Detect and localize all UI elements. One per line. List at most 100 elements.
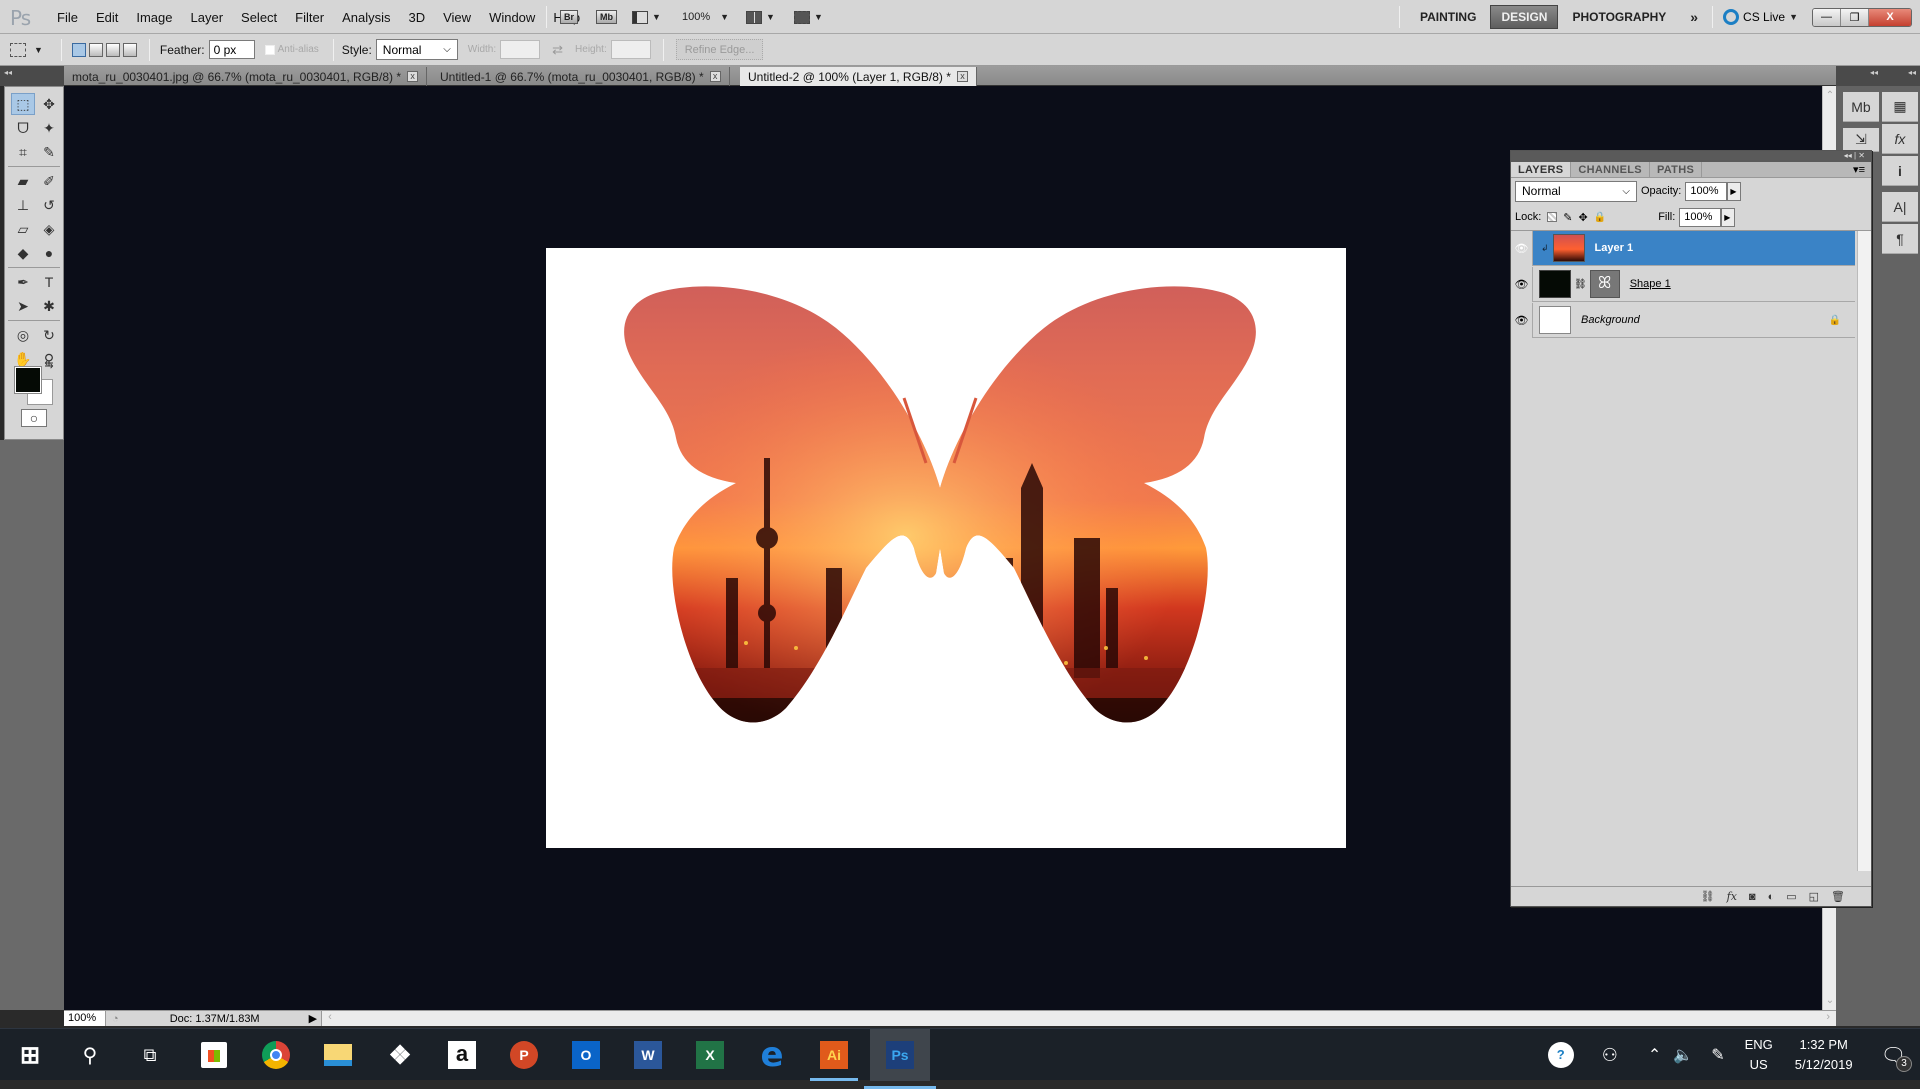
healing-brush-tool-icon[interactable]: ▰ xyxy=(11,170,35,192)
style-select[interactable]: Normal ⌵ xyxy=(375,39,458,60)
3d-rotate-tool-icon[interactable]: ◎ xyxy=(11,324,35,346)
workspace-painting[interactable]: PAINTING xyxy=(1410,6,1486,28)
horizontal-scrollbar[interactable]: ‹ › xyxy=(321,1011,1836,1026)
document-tab-active[interactable]: Untitled-2 @ 100% (Layer 1, RGB/8) * x xyxy=(740,67,977,86)
layer-name[interactable]: Background xyxy=(1581,314,1829,326)
canvas[interactable] xyxy=(546,248,1346,848)
screen-mode-button[interactable]: ▼ xyxy=(794,7,823,27)
pen-tool-icon[interactable]: ✒ xyxy=(11,271,35,293)
add-mask-icon[interactable]: ◙ xyxy=(1749,891,1756,903)
action-center-button[interactable]: 🗨 3 xyxy=(1881,1043,1912,1072)
lock-pixels-icon[interactable]: ✎ xyxy=(1563,211,1572,224)
menu-3d[interactable]: 3D xyxy=(399,10,434,25)
crop-tool-icon[interactable]: ⌗ xyxy=(11,141,35,163)
chevron-down-icon[interactable]: ▼ xyxy=(34,45,43,55)
menu-select[interactable]: Select xyxy=(232,10,286,25)
layer-row-shape-1[interactable]: 👁 ⛓ ꕤ Shape 1 xyxy=(1511,266,1855,302)
photoshop-taskbar-icon[interactable]: Ps xyxy=(864,1029,936,1089)
close-button[interactable]: X xyxy=(1869,8,1911,26)
status-icon[interactable]: ◔ xyxy=(112,1013,119,1025)
file-explorer-icon[interactable] xyxy=(320,1037,356,1073)
menu-file[interactable]: File xyxy=(48,10,87,25)
document-tab[interactable]: mota_ru_0030401.jpg @ 66.7% (mota_ru_003… xyxy=(64,67,428,86)
feather-input[interactable]: 0 px xyxy=(208,40,255,59)
scroll-up-icon[interactable]: ⌃ xyxy=(1823,90,1837,101)
zoom-field[interactable]: 100% xyxy=(64,1011,106,1026)
scroll-down-icon[interactable]: ⌄ xyxy=(1823,995,1837,1006)
scroll-left-icon[interactable]: ‹ xyxy=(328,1011,332,1023)
clock[interactable]: 1:32 PM 5/12/2019 xyxy=(1795,1035,1853,1075)
rectangular-marquee-tool-icon[interactable]: ⬚ xyxy=(11,93,35,115)
refine-edge-button[interactable]: Refine Edge... xyxy=(675,39,764,60)
fx-icon[interactable]: fx xyxy=(1727,890,1737,903)
zoom-level-dropdown[interactable]: 100% ▼ xyxy=(682,7,729,27)
menu-image[interactable]: Image xyxy=(127,10,181,25)
height-input[interactable] xyxy=(610,40,651,59)
fill-slider-arrow-icon[interactable]: ▶ xyxy=(1721,207,1736,227)
paint-bucket-tool-icon[interactable]: ◈ xyxy=(37,218,61,240)
layer-row-background[interactable]: 👁 Background 🔒 xyxy=(1511,302,1855,338)
view-extras-button[interactable]: ▼ xyxy=(632,7,661,27)
lock-all-icon[interactable]: 🔒 xyxy=(1594,212,1606,223)
menu-view[interactable]: View xyxy=(434,10,480,25)
new-group-icon[interactable]: ▭ xyxy=(1786,890,1796,903)
chrome-icon[interactable] xyxy=(258,1037,294,1073)
swap-colors-icon[interactable]: ⇆ xyxy=(37,353,61,375)
people-icon[interactable]: ⚇ xyxy=(1602,1045,1618,1066)
magic-wand-tool-icon[interactable]: ✦ xyxy=(37,117,61,139)
marquee-preset-icon[interactable] xyxy=(10,42,26,57)
menu-layer[interactable]: Layer xyxy=(182,10,233,25)
task-view-icon[interactable]: ⧉ xyxy=(132,1037,168,1073)
panel-header[interactable]: ◂◂ | ✕ xyxy=(1511,151,1871,162)
adjustment-layer-icon[interactable]: ◐ xyxy=(1768,891,1775,903)
info-panel-button[interactable]: i xyxy=(1882,156,1918,186)
navigator-panel-button[interactable]: ⇲ xyxy=(1843,128,1879,152)
pen-workspace-icon[interactable]: ✎ xyxy=(1711,1045,1724,1065)
fill-input[interactable]: 100% xyxy=(1679,207,1722,227)
more-workspaces-icon[interactable]: » xyxy=(1680,5,1708,29)
lock-position-icon[interactable]: ✥ xyxy=(1579,211,1588,224)
powerpoint-icon[interactable]: P xyxy=(506,1037,542,1073)
menu-filter[interactable]: Filter xyxy=(286,10,333,25)
start-button[interactable]: ⊞ xyxy=(12,1037,48,1073)
subtract-from-selection-button[interactable] xyxy=(105,42,120,57)
cs-live-button[interactable]: CS Live ▼ xyxy=(1723,9,1798,25)
layer-row-layer-1[interactable]: 👁 ↲ Layer 1 xyxy=(1511,230,1855,266)
dock-collapse-icon[interactable]: ◂◂ xyxy=(1882,66,1920,86)
intersect-selection-button[interactable] xyxy=(122,42,137,57)
workspace-photography[interactable]: PHOTOGRAPHY xyxy=(1562,6,1676,28)
layer-name[interactable]: Layer 1 xyxy=(1595,242,1634,254)
antialias-checkbox[interactable] xyxy=(264,44,275,55)
custom-shape-tool-icon[interactable]: ✱ xyxy=(37,295,61,317)
opacity-slider-arrow-icon[interactable]: ▶ xyxy=(1727,181,1742,201)
search-icon[interactable]: ⚲ xyxy=(72,1037,108,1073)
dock-collapse-icon[interactable]: ◂◂ xyxy=(1836,66,1882,86)
blur-tool-icon[interactable]: ◆ xyxy=(11,242,35,264)
delete-layer-icon[interactable]: 🗑 xyxy=(1831,890,1845,903)
tab-layers[interactable]: LAYERS xyxy=(1511,162,1572,177)
arrange-documents-button[interactable]: ▼ xyxy=(746,7,775,27)
volume-icon[interactable]: 🔈 xyxy=(1673,1045,1693,1065)
quick-mask-icon[interactable]: ○ xyxy=(21,409,47,427)
panel-menu-icon[interactable]: ▾≡ xyxy=(1702,162,1871,177)
swap-dimensions-icon[interactable]: ⇄ xyxy=(552,42,563,58)
status-menu-arrow-icon[interactable]: ▶ xyxy=(309,1012,317,1025)
menu-edit[interactable]: Edit xyxy=(87,10,127,25)
close-tab-icon[interactable]: x xyxy=(407,71,419,82)
amazon-icon[interactable]: a xyxy=(444,1037,480,1073)
document-tab[interactable]: Untitled-1 @ 66.7% (mota_ru_0030401, RGB… xyxy=(432,67,730,86)
tab-channels[interactable]: CHANNELS xyxy=(1571,162,1650,177)
eyedropper-tool-icon[interactable]: ✎ xyxy=(37,141,61,163)
bridge-button[interactable]: Br xyxy=(560,7,579,27)
mini-bridge-button[interactable]: Mb xyxy=(596,7,617,27)
lock-transparency-icon[interactable] xyxy=(1547,212,1558,222)
brush-tool-icon[interactable]: ✐ xyxy=(37,170,61,192)
new-layer-icon[interactable]: ◱ xyxy=(1809,890,1819,903)
close-tab-icon[interactable]: x xyxy=(709,71,721,82)
eraser-tool-icon[interactable]: ▱ xyxy=(11,218,35,240)
word-icon[interactable]: W xyxy=(630,1037,666,1073)
blend-mode-select[interactable]: Normal ⌵ xyxy=(1515,180,1637,202)
styles-panel-button[interactable]: fx xyxy=(1882,124,1918,154)
add-to-selection-button[interactable] xyxy=(88,42,103,57)
collapse-toolbox-icon[interactable]: ◂◂ xyxy=(0,66,64,86)
